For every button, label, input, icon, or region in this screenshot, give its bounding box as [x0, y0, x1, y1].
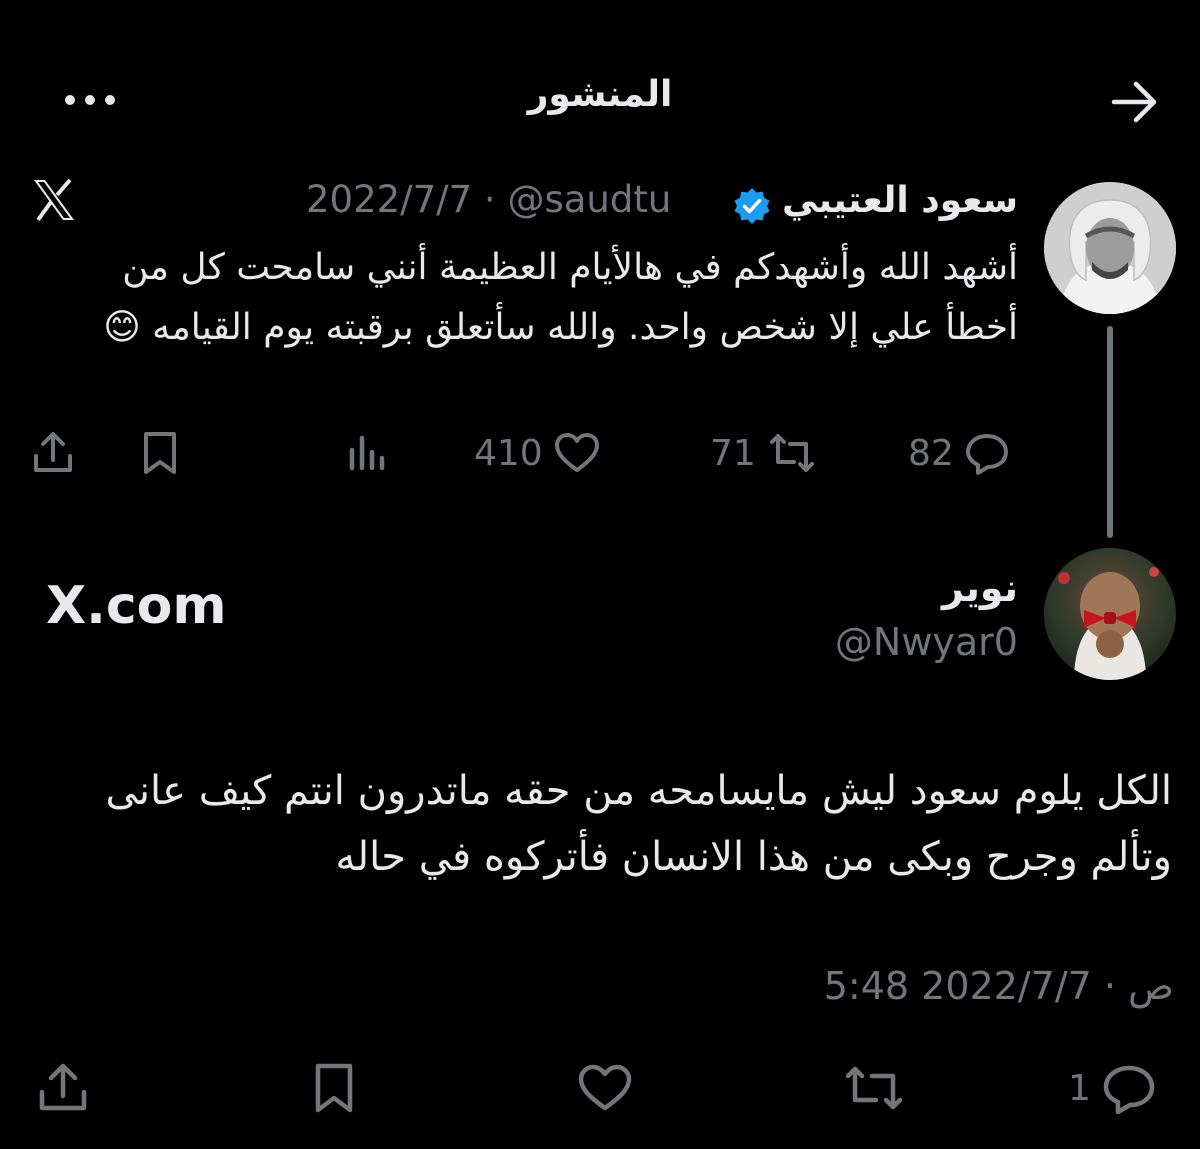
- quoted-share-icon[interactable]: [30, 430, 76, 476]
- reply-icon: [1101, 1062, 1157, 1114]
- repost-count: 71: [710, 432, 756, 474]
- quoted-repost-button[interactable]: 71: [710, 430, 818, 476]
- verified-badge-icon: [732, 186, 772, 226]
- reply-like-button[interactable]: [576, 1062, 634, 1114]
- avatar-saudtu[interactable]: [1044, 182, 1176, 314]
- quoted-bookmark-icon[interactable]: [138, 430, 182, 476]
- reply-author-handle: @Nwyar0: [834, 620, 1018, 664]
- reply-bookmark-icon[interactable]: [308, 1062, 360, 1114]
- avatar-nwyar0[interactable]: [1044, 548, 1176, 680]
- reply-count: 82: [908, 432, 954, 474]
- page-title: المنشور: [527, 74, 673, 115]
- quoted-reply-button[interactable]: 82: [908, 430, 1010, 476]
- quoted-handle-date: 2022/7/7 · @saudtu: [306, 178, 672, 221]
- x-logo-icon: [30, 176, 78, 224]
- quoted-tweet-text: أشهد الله وأشهدكم في هالأيام العظيمة أنن…: [103, 247, 1018, 348]
- repost-icon: [766, 430, 818, 476]
- reply-share-icon[interactable]: [36, 1062, 90, 1114]
- back-arrow-icon[interactable]: [1108, 78, 1160, 126]
- xcom-watermark: X.com: [46, 576, 227, 636]
- reply-repost-button[interactable]: [842, 1062, 906, 1114]
- quoted-like-button[interactable]: 410: [474, 430, 601, 476]
- quoted-actions-bar: 82 71 410: [0, 430, 1200, 478]
- quoted-views-icon[interactable]: [346, 430, 390, 476]
- reply-author-name[interactable]: نوير: [942, 566, 1018, 610]
- heart-icon: [553, 430, 601, 476]
- reply-icon: [964, 430, 1010, 476]
- quoted-author-name[interactable]: سعود العتيبي: [782, 180, 1018, 221]
- reply-timestamp: 5:48 ص · 2022/7/7: [823, 964, 1174, 1008]
- reply-reply-button[interactable]: 1: [1068, 1062, 1157, 1114]
- reply-tweet-text: الكل يلوم سعود ليش مايسامحه من حقه ماتدر…: [105, 768, 1172, 880]
- reply-actions-bar: 1: [0, 1060, 1200, 1116]
- like-count: 410: [474, 432, 543, 474]
- reply-reply-count: 1: [1068, 1067, 1091, 1109]
